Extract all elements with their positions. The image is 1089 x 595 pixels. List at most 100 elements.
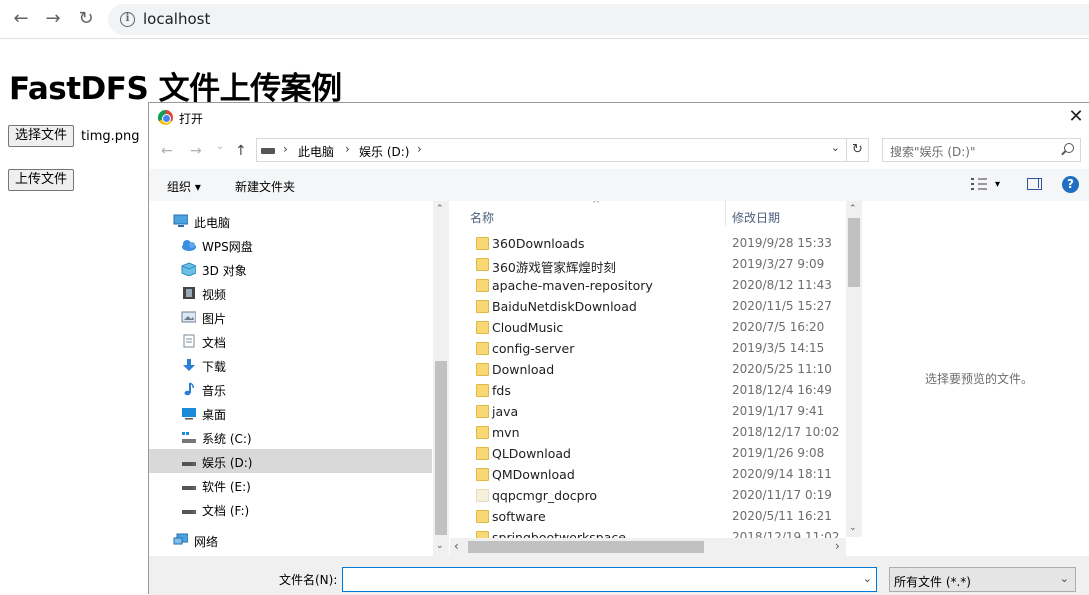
tree-item-drive-f[interactable]: 文档 (F:): [149, 497, 432, 521]
file-row[interactable]: CloudMusic 2020/7/5 16:20: [450, 317, 846, 338]
filelist-hscrollbar[interactable]: ‹ ›: [450, 538, 846, 556]
scroll-up-icon[interactable]: ⌃: [436, 204, 444, 214]
folder-icon: [476, 447, 489, 460]
search-icon[interactable]: [1064, 143, 1074, 153]
help-icon[interactable]: ?: [1062, 176, 1079, 193]
file-row[interactable]: java 2019/1/17 9:41: [450, 401, 846, 422]
filetype-value: 所有文件 (*.*): [894, 575, 971, 589]
organize-menu[interactable]: 组织 ▾: [167, 178, 201, 195]
crumb-separator[interactable]: ›: [417, 142, 422, 156]
tree-item-drive-c[interactable]: 系统 (C:): [149, 425, 432, 449]
tree-item-network[interactable]: 网络: [149, 528, 432, 552]
drive-icon: [261, 148, 275, 154]
dialog-toolbar: 组织 ▾ 新建文件夹 ▾ ?: [149, 169, 1089, 201]
folder-icon: [476, 510, 489, 523]
view-options-icon[interactable]: [971, 178, 987, 190]
file-row[interactable]: QLDownload 2019/1/26 9:08: [450, 443, 846, 464]
file-date: 2018/12/4 16:49: [732, 383, 832, 397]
preview-pane-icon[interactable]: [1027, 178, 1042, 190]
tree-item-downloads[interactable]: 下载: [149, 353, 432, 377]
back-icon[interactable]: ←: [10, 8, 32, 30]
recent-locations-icon[interactable]: ⌄: [216, 141, 224, 152]
file-date: 2018/12/17 10:02: [732, 425, 840, 439]
tree-label: 图片: [202, 312, 227, 326]
chosen-file-name: timg.png: [81, 129, 140, 144]
scroll-left-icon[interactable]: ‹: [454, 540, 459, 552]
tree-item-music[interactable]: 音乐: [149, 377, 432, 401]
url-text[interactable]: localhost: [143, 10, 210, 28]
tree-label: 音乐: [202, 384, 227, 398]
tree-label: 系统 (C:): [202, 432, 252, 446]
network-icon: [173, 533, 188, 545]
scrollbar-thumb[interactable]: [435, 361, 447, 535]
file-name: 360游戏管家辉煌时刻: [492, 260, 616, 275]
crumb-separator[interactable]: ›: [345, 142, 350, 156]
tree-item-3d-objects[interactable]: 3D 对象: [149, 257, 432, 281]
nav-forward-icon[interactable]: →: [190, 143, 202, 159]
crumb-this-pc[interactable]: 此电脑: [298, 143, 334, 160]
crumb-drive-d[interactable]: 娱乐 (D:): [359, 143, 409, 160]
column-header-name[interactable]: 名称: [470, 209, 494, 226]
tree-label: 娱乐 (D:): [202, 456, 253, 470]
folder-icon: [476, 426, 489, 439]
file-name: qqpcmgr_docpro: [492, 488, 598, 503]
tree-item-this-pc[interactable]: 此电脑: [149, 209, 432, 233]
search-input[interactable]: 搜索"娱乐 (D:)": [882, 138, 1081, 162]
upload-button[interactable]: 上传文件: [8, 169, 75, 191]
file-row[interactable]: BaiduNetdiskDownload 2020/11/5 15:27: [450, 296, 846, 317]
tree-item-pictures[interactable]: 图片: [149, 305, 432, 329]
file-date: 2019/9/28 15:33: [732, 236, 832, 250]
nav-up-icon[interactable]: ↑: [235, 143, 247, 159]
hscrollbar-thumb[interactable]: [468, 541, 704, 553]
tree-scrollbar[interactable]: ⌃ ⌄: [433, 201, 449, 556]
file-list: 名称 ^ 修改日期 360Downloads 2019/9/28 15:33 360…: [450, 201, 862, 556]
reload-icon[interactable]: ↻: [75, 8, 97, 30]
file-row[interactable]: apache-maven-repository 2020/8/12 11:43: [450, 275, 846, 296]
new-folder-button[interactable]: 新建文件夹: [235, 178, 295, 195]
column-divider[interactable]: [725, 201, 726, 226]
file-row[interactable]: fds 2018/12/4 16:49: [450, 380, 846, 401]
tree-item-drive-e[interactable]: 软件 (E:): [149, 473, 432, 497]
folder-icon: [476, 300, 489, 313]
filetype-dropdown-icon[interactable]: ⌄: [1060, 572, 1069, 585]
scroll-down-icon[interactable]: ⌄: [849, 523, 857, 533]
scroll-down-icon[interactable]: ⌄: [436, 541, 444, 551]
file-row[interactable]: 360Downloads 2019/9/28 15:33: [450, 233, 846, 254]
tree-item-drive-d[interactable]: 娱乐 (D:): [149, 449, 432, 473]
file-row[interactable]: qqpcmgr_docpro 2020/11/17 0:19: [450, 485, 846, 506]
scroll-right-icon[interactable]: ›: [835, 540, 840, 552]
tree-item-desktop[interactable]: 桌面: [149, 401, 432, 425]
file-row[interactable]: Download 2020/5/25 11:10: [450, 359, 846, 380]
browser-toolbar: ← → ↻ i localhost: [0, 0, 1089, 39]
filelist-scrollbar[interactable]: ⌃ ⌄: [846, 201, 862, 537]
close-icon[interactable]: ✕: [1065, 106, 1087, 128]
view-dropdown-icon[interactable]: ▾: [995, 179, 1000, 190]
column-header-modified[interactable]: 修改日期: [732, 209, 780, 226]
scrollbar-thumb[interactable]: [848, 218, 860, 287]
file-row[interactable]: config-server 2019/3/5 14:15: [450, 338, 846, 359]
choose-file-button[interactable]: 选择文件: [8, 125, 75, 147]
scroll-up-icon[interactable]: ⌃: [849, 204, 857, 214]
filename-input[interactable]: ⌄: [342, 567, 877, 592]
nav-back-icon[interactable]: ←: [161, 143, 173, 159]
site-info-icon[interactable]: i: [120, 12, 135, 27]
tree-item-documents[interactable]: 文档: [149, 329, 432, 353]
crumb-separator[interactable]: ›: [283, 142, 288, 156]
file-row[interactable]: mvn 2018/12/17 10:02: [450, 422, 846, 443]
refresh-icon[interactable]: ↻: [846, 139, 868, 161]
file-row[interactable]: 360游戏管家辉煌时刻 2019/3/27 9:09: [450, 254, 846, 275]
file-name: 360Downloads: [492, 236, 585, 251]
path-dropdown-icon[interactable]: ⌄: [831, 141, 840, 154]
address-bar[interactable]: i localhost: [108, 4, 1089, 35]
file-date: 2019/1/17 9:41: [732, 404, 825, 418]
path-breadcrumb[interactable]: › 此电脑 › 娱乐 (D:) › ⌄ ↻: [256, 138, 869, 162]
file-row[interactable]: software 2020/5/11 16:21: [450, 506, 846, 527]
search-placeholder: 搜索"娱乐 (D:)": [890, 145, 976, 159]
tree-label: 文档: [202, 336, 227, 350]
forward-icon[interactable]: →: [42, 8, 64, 30]
tree-item-wps-cloud[interactable]: WPS网盘: [149, 233, 432, 257]
filetype-select[interactable]: 所有文件 (*.*) ⌄: [889, 567, 1076, 592]
filename-dropdown-icon[interactable]: ⌄: [863, 572, 872, 585]
tree-item-videos[interactable]: 视频: [149, 281, 432, 305]
file-row[interactable]: QMDownload 2020/9/14 18:11: [450, 464, 846, 485]
